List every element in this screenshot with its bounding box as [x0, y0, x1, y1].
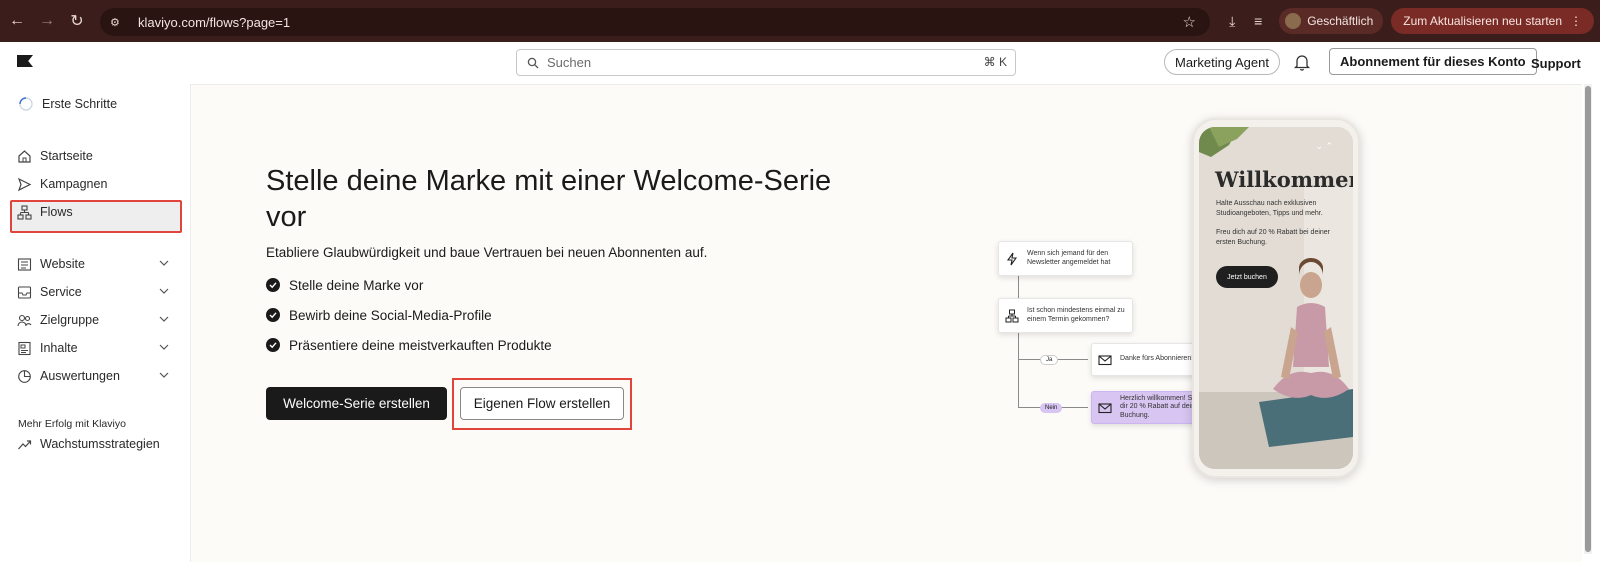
- create-welcome-series-button[interactable]: Welcome-Serie erstellen: [266, 387, 447, 420]
- flow-connector: [1018, 276, 1019, 300]
- sidebar-item-label: Flows: [40, 205, 73, 219]
- mail-icon: [1098, 402, 1112, 413]
- page-title: Stelle deine Marke mit einer Welcome-Ser…: [266, 165, 832, 233]
- pie-chart-icon: [16, 368, 32, 384]
- phone-book-button: Jetzt buchen: [1216, 266, 1278, 288]
- sidebar-item-growth[interactable]: Wachstumsstrategien: [16, 433, 174, 455]
- address-bar[interactable]: ⚙ klaviyo.com/flows?page=1 ☆: [100, 8, 1210, 36]
- benefit-item: Stelle deine Marke vor: [266, 276, 423, 294]
- sidebar-item-home[interactable]: Startseite: [16, 145, 174, 167]
- app-header: Suchen ⌘ K Marketing Agent Abonnement fü…: [0, 42, 1600, 82]
- split-icon: [1005, 309, 1019, 322]
- search-input[interactable]: Suchen ⌘ K: [516, 49, 1016, 76]
- create-own-flow-button[interactable]: Eigenen Flow erstellen: [460, 387, 624, 420]
- sidebar-item-campaigns[interactable]: Kampagnen: [16, 173, 174, 195]
- sidebar-item-label: Zielgruppe: [40, 313, 100, 327]
- chevron-down-icon: [159, 316, 169, 322]
- update-label: Zum Aktualisieren neu starten: [1403, 14, 1562, 28]
- profile-button[interactable]: Geschäftlich: [1279, 8, 1384, 34]
- lightning-icon: [1006, 252, 1018, 265]
- sidebar-item-analytics[interactable]: Auswertungen: [16, 365, 174, 387]
- download-icon[interactable]: ⤓: [1219, 13, 1245, 30]
- subscription-button[interactable]: Abonnement für dieses Konto: [1329, 48, 1537, 75]
- notification-bell-icon[interactable]: [1293, 53, 1311, 71]
- search-icon: [527, 57, 539, 68]
- sidebar-section-title: Mehr Erfolg mit Klaviyo: [18, 418, 126, 430]
- back-icon[interactable]: ←: [4, 8, 30, 34]
- content-icon: [16, 340, 32, 356]
- flow-connector: [1018, 333, 1019, 407]
- sidebar-item-website[interactable]: Website: [16, 253, 174, 275]
- no-tag: Nein: [1040, 403, 1063, 413]
- chevron-down-icon: [159, 260, 169, 266]
- sidebar-item-label: Erste Schritte: [42, 97, 118, 111]
- phone-headline: Willkommen!: [1215, 167, 1353, 192]
- chevron-down-icon: [159, 344, 169, 350]
- sidebar-item-getting-started[interactable]: Erste Schritte: [18, 93, 176, 115]
- phone-text: Freu dich auf 20 % Rabatt bei deiner ers…: [1216, 229, 1331, 246]
- inbox-icon: [16, 284, 32, 300]
- sidebar-item-label: Wachstumsstrategien: [40, 437, 160, 451]
- website-icon: [16, 256, 32, 272]
- sidebar-item-label: Kampagnen: [40, 177, 108, 191]
- sidebar-item-label: Inhalte: [40, 341, 78, 355]
- sidebar-item-service[interactable]: Service: [16, 281, 174, 303]
- sidebar-item-flows[interactable]: Flows: [16, 201, 174, 223]
- trigger-card: Wenn sich jemand für den Newsletter ange…: [998, 241, 1133, 276]
- chevron-down-icon: [159, 288, 169, 294]
- sidebar-item-content[interactable]: Inhalte: [16, 337, 174, 359]
- reload-icon[interactable]: ↻: [64, 8, 90, 34]
- send-icon: [16, 176, 32, 192]
- benefit-label: Präsentiere deine meistverkauften Produk…: [289, 337, 552, 353]
- flows-icon: [16, 204, 32, 220]
- bookmark-star-icon[interactable]: ☆: [1183, 13, 1196, 31]
- media-control-icon[interactable]: ≡: [1245, 13, 1271, 29]
- benefit-item: Präsentiere deine meistverkauften Produk…: [266, 336, 552, 354]
- forward-icon[interactable]: →: [34, 8, 60, 34]
- search-placeholder: Suchen: [547, 55, 592, 70]
- benefit-label: Stelle deine Marke vor: [289, 277, 424, 293]
- check-circle-icon: [266, 278, 280, 292]
- phone-text: Halte Ausschau nach exklusiven Studioang…: [1216, 200, 1323, 217]
- browser-toolbar: ← → ↻ ⚙ klaviyo.com/flows?page=1 ☆ ⤓ ≡ G…: [0, 0, 1600, 42]
- yes-tag: Ja: [1040, 355, 1059, 365]
- sidebar-item-audience[interactable]: Zielgruppe: [16, 309, 174, 331]
- phone-mockup: ⌄ ⌃ Willkommen! Halte Ausschau nach exkl…: [1192, 118, 1360, 478]
- check-circle-icon: [266, 308, 280, 322]
- profile-label: Geschäftlich: [1307, 14, 1374, 28]
- sidebar: Erste Schritte Startseite Kampagnen Flow…: [0, 82, 190, 575]
- support-link[interactable]: Support: [1531, 56, 1581, 71]
- home-icon: [16, 148, 32, 164]
- page-subtitle: Etabliere Glaubwürdigkeit und baue Vertr…: [266, 245, 708, 260]
- scrollbar-thumb[interactable]: [1585, 86, 1591, 552]
- sidebar-item-label: Startseite: [40, 149, 93, 163]
- url-text: klaviyo.com/flows?page=1: [138, 14, 291, 30]
- trigger-text: Wenn sich jemand für den Newsletter ange…: [1027, 250, 1111, 266]
- split-text: Ist schon mindestens einmal zu einem Ter…: [1027, 307, 1125, 323]
- sidebar-item-label: Auswertungen: [40, 369, 120, 383]
- scrollbar[interactable]: [1584, 84, 1592, 554]
- update-button[interactable]: Zum Aktualisieren neu starten ⋮: [1391, 8, 1594, 34]
- benefit-label: Bewirb deine Social-Media-Profile: [289, 307, 492, 323]
- menu-dots-icon: ⋮: [1570, 14, 1582, 28]
- yes-email-text: Danke fürs Abonnieren!: [1120, 355, 1194, 363]
- site-settings-icon[interactable]: ⚙: [110, 14, 126, 30]
- progress-ring-icon: [18, 96, 34, 112]
- trending-up-icon: [16, 436, 32, 452]
- sidebar-item-label: Service: [40, 285, 82, 299]
- main-content: Stelle deine Marke mit einer Welcome-Ser…: [190, 84, 1582, 562]
- marketing-agent-button[interactable]: Marketing Agent: [1164, 49, 1280, 75]
- split-card: Ist schon mindestens einmal zu einem Ter…: [998, 298, 1133, 333]
- mail-icon: [1098, 354, 1112, 365]
- benefit-item: Bewirb deine Social-Media-Profile: [266, 306, 492, 324]
- sidebar-item-label: Website: [40, 257, 85, 271]
- chevron-down-icon: [159, 372, 169, 378]
- check-circle-icon: [266, 338, 280, 352]
- users-icon: [16, 312, 32, 328]
- phone-screen: ⌄ ⌃ Willkommen! Halte Ausschau nach exkl…: [1199, 127, 1353, 469]
- klaviyo-logo[interactable]: [17, 55, 33, 67]
- carousel-arrows-icon: ⌄ ⌃: [1315, 141, 1333, 151]
- search-shortcut: ⌘ K: [983, 55, 1007, 69]
- avatar: [1285, 13, 1302, 29]
